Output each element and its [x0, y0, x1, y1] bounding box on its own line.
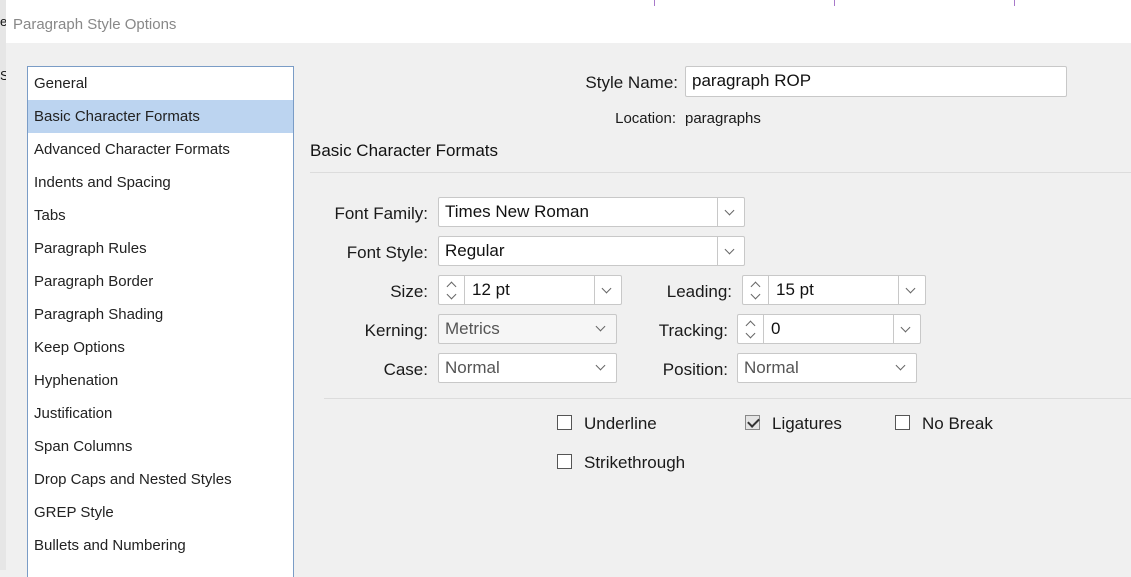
- sidebar-item-paragraph-border[interactable]: Paragraph Border: [28, 265, 293, 298]
- underline-checkbox[interactable]: [557, 415, 572, 430]
- style-name-label: Style Name:: [585, 73, 678, 92]
- section-title: Basic Character Formats: [310, 141, 498, 160]
- strikethrough-checkbox[interactable]: [557, 454, 572, 469]
- sidebar-item-drop-caps-and-nested-styles[interactable]: Drop Caps and Nested Styles: [28, 463, 293, 496]
- sidebar-item-basic-character-formats[interactable]: Basic Character Formats: [28, 100, 293, 133]
- tracking-spinbox[interactable]: 0: [737, 314, 921, 344]
- kerning-label: Kerning:: [364, 321, 428, 340]
- leading-value: 15 pt: [776, 280, 814, 299]
- options-divider: [324, 398, 1131, 399]
- chevron-down-icon: [900, 322, 911, 333]
- position-select[interactable]: Normal: [737, 353, 917, 383]
- sidebar-item-paragraph-rules[interactable]: Paragraph Rules: [28, 232, 293, 265]
- dialog-titlebar[interactable]: Paragraph Style Options: [6, 6, 1131, 43]
- chevron-down-icon: [905, 283, 916, 294]
- font-family-combo[interactable]: Times New Roman: [438, 197, 745, 227]
- sidebar-item-grep-style[interactable]: GREP Style: [28, 496, 293, 529]
- tracking-dropdown-button[interactable]: [893, 315, 920, 343]
- font-style-value: Regular: [445, 241, 505, 260]
- case-select[interactable]: Normal: [438, 353, 617, 383]
- size-stepper[interactable]: [439, 276, 465, 304]
- sidebar-item-paragraph-shading[interactable]: Paragraph Shading: [28, 298, 293, 331]
- chevron-down-icon: [895, 360, 906, 371]
- chevron-down-icon: [745, 328, 756, 339]
- font-family-label: Font Family:: [334, 204, 428, 223]
- sidebar-item-span-columns[interactable]: Span Columns: [28, 430, 293, 463]
- position-value: Normal: [744, 358, 799, 377]
- sidebar-item-bullets-and-numbering[interactable]: Bullets and Numbering: [28, 529, 293, 562]
- font-style-combo[interactable]: Regular: [438, 236, 745, 266]
- case-label: Case:: [383, 360, 428, 379]
- ligatures-checkbox[interactable]: [745, 415, 760, 430]
- kerning-select[interactable]: Metrics: [438, 314, 617, 344]
- size-spinbox[interactable]: 12 pt: [438, 275, 622, 305]
- style-name-input[interactable]: paragraph ROP: [685, 66, 1067, 97]
- leading-label: Leading:: [666, 282, 732, 301]
- chevron-down-icon: [750, 289, 761, 300]
- sidebar-item-advanced-character-formats[interactable]: Advanced Character Formats: [28, 133, 293, 166]
- checkmark-icon: [747, 415, 760, 428]
- font-style-label: Font Style:: [346, 243, 428, 262]
- no-break-label[interactable]: No Break: [922, 414, 993, 434]
- case-value: Normal: [445, 358, 500, 377]
- chevron-down-icon: [446, 289, 457, 300]
- location-label: Location:: [615, 110, 676, 127]
- sidebar-item-keep-options[interactable]: Keep Options: [28, 331, 293, 364]
- no-break-checkbox[interactable]: [895, 415, 910, 430]
- kerning-value: Metrics: [445, 319, 500, 338]
- font-family-value: Times New Roman: [445, 202, 589, 221]
- sidebar-item-indents-and-spacing[interactable]: Indents and Spacing: [28, 166, 293, 199]
- sidebar-item-tabs[interactable]: Tabs: [28, 199, 293, 232]
- category-list: General Basic Character Formats Advanced…: [27, 66, 294, 577]
- paragraph-style-options-dialog: Paragraph Style Options General Basic Ch…: [6, 6, 1131, 577]
- position-label: Position:: [662, 360, 728, 379]
- tracking-label: Tracking:: [658, 321, 728, 340]
- tracking-value: 0: [771, 319, 781, 338]
- sidebar-item-general[interactable]: General: [28, 67, 293, 100]
- font-family-dropdown-button[interactable]: [717, 198, 744, 226]
- leading-stepper[interactable]: [743, 276, 769, 304]
- size-label: Size:: [390, 282, 428, 301]
- leading-dropdown-button[interactable]: [898, 276, 925, 304]
- tracking-stepper[interactable]: [738, 315, 764, 343]
- sidebar-item-justification[interactable]: Justification: [28, 397, 293, 430]
- font-style-dropdown-button[interactable]: [717, 237, 744, 265]
- chevron-down-icon: [724, 244, 735, 255]
- ligatures-label[interactable]: Ligatures: [772, 414, 842, 434]
- sidebar-item-hyphenation[interactable]: Hyphenation: [28, 364, 293, 397]
- section-divider: [310, 172, 1131, 173]
- dialog-title: Paragraph Style Options: [13, 16, 177, 33]
- leading-spinbox[interactable]: 15 pt: [742, 275, 926, 305]
- location-value: paragraphs: [685, 110, 761, 127]
- underline-label[interactable]: Underline: [584, 414, 657, 434]
- size-value: 12 pt: [472, 280, 510, 299]
- strikethrough-label[interactable]: Strikethrough: [584, 453, 685, 473]
- chevron-down-icon: [724, 205, 735, 216]
